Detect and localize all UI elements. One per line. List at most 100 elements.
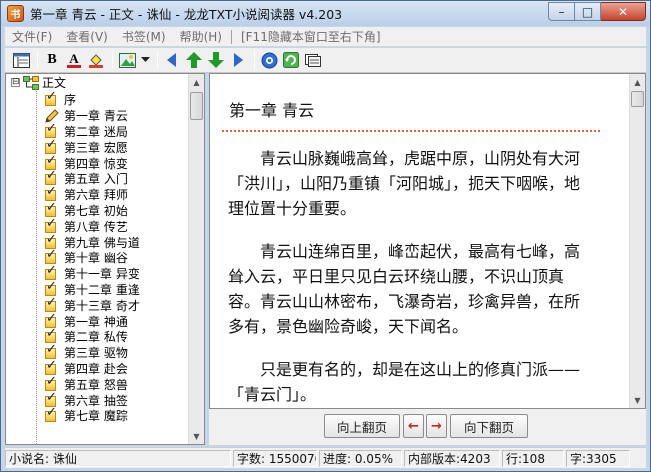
tree-item-label: 第五章 怒兽 [64,377,128,392]
tree-item[interactable]: ✓ 第四章 赴会 [45,359,128,377]
tree-item[interactable]: ✓ 序 [45,89,77,108]
tree-item[interactable]: ✓ 第三章 驱物 [45,343,128,361]
next-chapter-button[interactable] [228,50,248,70]
tree-item[interactable]: ✓ 第七章 初始 [45,201,128,219]
status-bar: 小说名: 诛仙 字数: 1550070 进度: 0.05% 内部版本:4203 … [5,447,646,468]
toolbar-separator [37,51,38,69]
reader-scrollbar[interactable]: ▲ ▼ [629,74,645,408]
library-icon [305,54,321,67]
refresh-icon [283,52,299,68]
scroll-down-button[interactable] [206,50,226,70]
scroll-down-arrow-icon[interactable]: ▼ [630,392,645,408]
bold-icon: B [47,52,57,67]
tree-item[interactable]: ✓ 第十一章 异变 [45,264,140,282]
left-arrow-button[interactable]: ← [403,414,424,438]
menu-help[interactable]: 帮助(H) [173,28,229,45]
prev-page-button[interactable]: 向上翻页 [324,414,400,438]
maximize-icon: □ [581,4,594,19]
tree-item-label: 第十章 幽谷 [64,251,128,266]
tree-item[interactable]: ✓ 第八章 传艺 [45,215,128,234]
tree-item[interactable]: ✓ 第十章 幽谷 [45,248,128,266]
tree-item-label: 序 [64,93,77,108]
reading-pane[interactable]: 第一章 青云 青云山脉巍峨高耸，虎踞中原，山阴处有大河「洪川」，山阳乃重镇「河阳… [209,73,646,409]
tree-item-label: 第三章 宏愿 [64,140,128,155]
next-icon [234,53,243,67]
tree-item[interactable]: ✓ 第三章 宏愿 [45,138,128,155]
up-arrow-icon [186,52,202,68]
page-navigation: 向上翻页 ← → 向下翻页 [209,409,646,445]
menu-hide-hint[interactable]: [F11隐藏本窗口至右下角] [234,28,388,45]
checkbox-checked-icon: ✓ [45,215,57,233]
image-icon [118,52,136,68]
dropdown-arrow-icon [140,57,150,62]
status-line: 行:108 [502,449,564,467]
menu-bookmark[interactable]: 书签(M) [115,28,173,45]
image-dropdown-button[interactable] [139,50,151,70]
refresh-button[interactable] [281,50,301,70]
title-bar[interactable]: 书 第一章 青云 - 正文 - 诛仙 - 龙龙TXT小说阅读器 v4.203 –… [1,1,650,26]
scroll-up-arrow-icon[interactable]: ▲ [189,74,204,90]
book-icon: 书 [7,5,24,22]
tree-item[interactable]: ✓ 第六章 拜师 [45,185,128,203]
toolbar-separator [157,51,158,69]
checkbox-checked-icon: ✓ [45,89,57,107]
tree-item[interactable]: 第一章 青云 [45,108,128,124]
tree-item[interactable]: ✓ 第二章 私传 [45,327,128,345]
background-image-button[interactable] [117,50,137,70]
scroll-up-button[interactable] [184,50,204,70]
tree-item[interactable]: ✓ 第二章 迷局 [45,122,128,140]
toolbar-separator [112,51,113,69]
minimize-icon: – [558,4,565,19]
tree-item[interactable]: ✓ 第十二章 重逢 [45,280,140,298]
next-page-button[interactable]: 向下翻页 [450,414,528,438]
library-button[interactable] [303,50,323,70]
info-globe-icon [261,52,277,68]
scroll-up-arrow-icon[interactable]: ▲ [630,74,645,90]
toc-button[interactable] [11,50,31,70]
tree-item-label: 第五章 入门 [64,172,128,187]
font-color-button[interactable]: A [64,50,84,70]
status-chars: 字:3305 [566,449,630,467]
toc-grid-icon [12,52,30,68]
minimize-button[interactable]: – [548,2,575,21]
tree-item-label: 第九章 佛与道 [64,235,140,250]
tree-item[interactable]: ✓ 第一章 神通 [45,312,128,329]
menu-separator [230,29,232,44]
tree-item[interactable]: ✓ 第五章 入门 [45,169,128,187]
collapse-icon[interactable]: ⊟ [11,78,20,88]
close-icon: ✕ [617,4,629,19]
paragraph: 只是更有名的，却是在这山上的修真门派——「青云门」。 [228,360,581,404]
window-title: 第一章 青云 - 正文 - 诛仙 - 龙龙TXT小说阅读器 v4.203 [30,7,343,22]
close-button[interactable]: ✕ [601,2,646,21]
tree-root[interactable]: ⊟ 正文 [11,75,66,91]
window-controls: – □ ✕ [548,2,646,21]
tree-scroll-thumb[interactable] [190,92,203,120]
chapter-title: 第一章 青云 [229,101,315,120]
tree-item[interactable]: ✓ 第五章 怒兽 [45,375,128,392]
prev-icon [167,53,176,67]
paragraph: 青云山脉巍峨高耸，虎踞中原，山阴处有大河「洪川」，山阳乃重镇「河阳城」，扼天下咽… [228,149,581,218]
tree-item[interactable]: ✓ 第四章 惊变 [45,154,128,171]
tree-item[interactable]: ✓ 第十三章 奇才 [45,296,140,313]
app-window: 书 第一章 青云 - 正文 - 诛仙 - 龙龙TXT小说阅读器 v4.203 –… [0,0,651,472]
tree-item-label: 第六章 拜师 [64,188,128,203]
reader-scroll-thumb[interactable] [631,91,644,107]
menu-view[interactable]: 查看(V) [59,28,115,45]
bold-button[interactable]: B [42,50,62,70]
tree-item[interactable]: ✓ 第七章 魔踪 [45,406,128,424]
prev-chapter-button[interactable] [162,50,182,70]
tree-item[interactable]: ✓ 第六章 抽签 [45,391,128,408]
info-button[interactable] [259,50,279,70]
tree-item-label: 第七章 初始 [64,204,128,218]
tree-item-label: 第八章 传艺 [64,219,128,234]
scroll-down-arrow-icon[interactable]: ▼ [189,428,204,444]
tree-item-label: 第一章 青云 [64,109,128,124]
tree-guide-line [36,86,37,444]
fill-color-button[interactable] [86,50,106,70]
tree-scrollbar[interactable]: ▲ ▼ [188,74,204,444]
menu-file[interactable]: 文件(F) [5,28,59,45]
right-arrow-button[interactable]: → [426,414,447,438]
status-internal-version: 内部版本:4203 [404,449,500,467]
maximize-button[interactable]: □ [575,2,601,21]
tree-item[interactable]: ✓ 第九章 佛与道 [45,233,140,250]
